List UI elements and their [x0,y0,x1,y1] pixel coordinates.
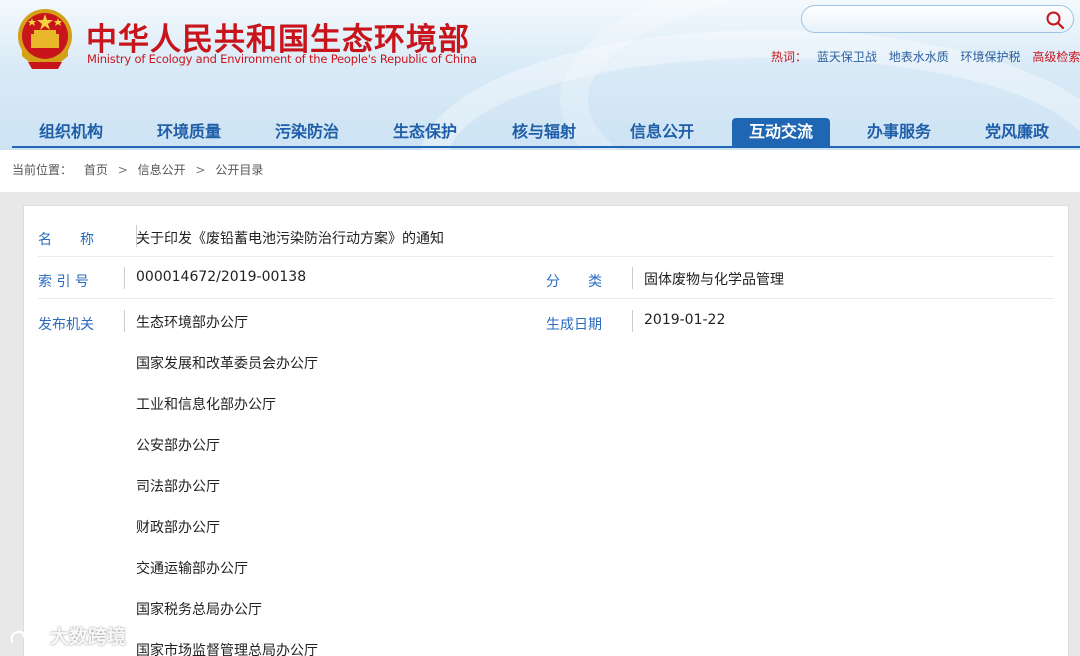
issuing-agency: 工业和信息化部办公厅 [136,397,276,413]
watermark: 大数跨境 [8,622,126,649]
issuing-agency: 生态环境部办公厅 [136,315,248,331]
divider [124,310,125,332]
date-label: 生成日期 [546,317,602,333]
divider [124,267,125,289]
breadcrumb-info-link[interactable]: 信息公开 [138,163,186,177]
search-input[interactable] [814,10,1034,28]
nav-item-party-integrity[interactable]: 党风廉政 [968,118,1066,146]
breadcrumb-catalog-link[interactable]: 公开目录 [215,163,263,177]
breadcrumb-home-link[interactable]: 首页 [84,163,108,177]
advanced-search-link[interactable]: 高级检索 [1032,50,1080,64]
watermark-text: 大数跨境 [50,626,127,648]
hot-keyword-link[interactable]: 环境保护税 [961,50,1021,64]
generated-date: 2019-01-22 [644,312,726,328]
nav-item-environment-quality[interactable]: 环境质量 [140,118,238,146]
issuing-agency: 国家发展和改革委员会办公厅 [136,356,318,372]
document-info-panel: 名 称 关于印发《废铅蓄电池污染防治行动方案》的通知 索 引 号 0000146… [23,205,1069,656]
nav-item-organization[interactable]: 组织机构 [22,118,120,146]
nav-item-information-disclosure[interactable]: 信息公开 [613,118,711,146]
site-header: 中华人民共和国生态环境部 Ministry of Ecology and Env… [0,0,1080,150]
nav-item-interaction[interactable]: 互动交流 [732,118,830,146]
nav-underline [12,146,1080,148]
category-label: 分 类 [546,274,602,290]
hot-keywords-label: 热词： [771,50,808,64]
hot-keyword-link[interactable]: 地表水水质 [889,50,949,64]
nav-item-ecological-protection[interactable]: 生态保护 [376,118,474,146]
issuing-agency: 财政部办公厅 [136,520,220,536]
index-label: 索 引 号 [38,274,89,290]
main-nav: 组织机构 环境质量 污染防治 生态保护 核与辐射 信息公开 互动交流 办事服务 … [0,118,1080,148]
index-number: 000014672/2019-00138 [136,269,307,285]
hot-keyword-link[interactable]: 蓝天保卫战 [817,50,877,64]
breadcrumb-separator: > [117,163,128,177]
issuing-agency: 国家市场监督管理总局办公厅 [136,643,318,656]
breadcrumb-separator: > [195,163,206,177]
issuing-agency: 司法部办公厅 [136,479,220,495]
issuing-agency: 国家税务总局办公厅 [136,602,262,618]
nav-item-services[interactable]: 办事服务 [850,118,948,146]
issuing-agency: 公安部办公厅 [136,438,220,454]
breadcrumb: 当前位置： 首页 > 信息公开 > 公开目录 [0,150,1080,192]
info-row-index: 索 引 号 000014672/2019-00138 分 类 固体废物与化学品管… [38,257,1054,299]
search-icon[interactable] [1045,10,1065,30]
nav-item-pollution-control[interactable]: 污染防治 [258,118,356,146]
site-title-english: Ministry of Ecology and Environment of t… [87,52,477,66]
nav-item-nuclear-radiation[interactable]: 核与辐射 [495,118,593,146]
category-value: 固体废物与化学品管理 [644,272,784,288]
search-box[interactable] [801,5,1074,33]
issuer-label: 发布机关 [38,317,94,333]
breadcrumb-prefix: 当前位置： [12,163,73,177]
divider [632,310,633,332]
national-emblem-icon[interactable] [14,6,76,72]
issuing-agency: 交通运输部办公厅 [136,561,248,577]
watermark-logo-icon [10,629,42,643]
divider [632,267,633,289]
document-title: 关于印发《废铅蓄电池污染防治行动方案》的通知 [136,231,444,247]
info-row-name: 名 称 关于印发《废铅蓄电池污染防治行动方案》的通知 [38,216,1054,257]
hot-keywords: 热词： 蓝天保卫战 地表水水质 环境保护税 高级检索 [771,48,1080,65]
name-label: 名 称 [38,232,94,248]
